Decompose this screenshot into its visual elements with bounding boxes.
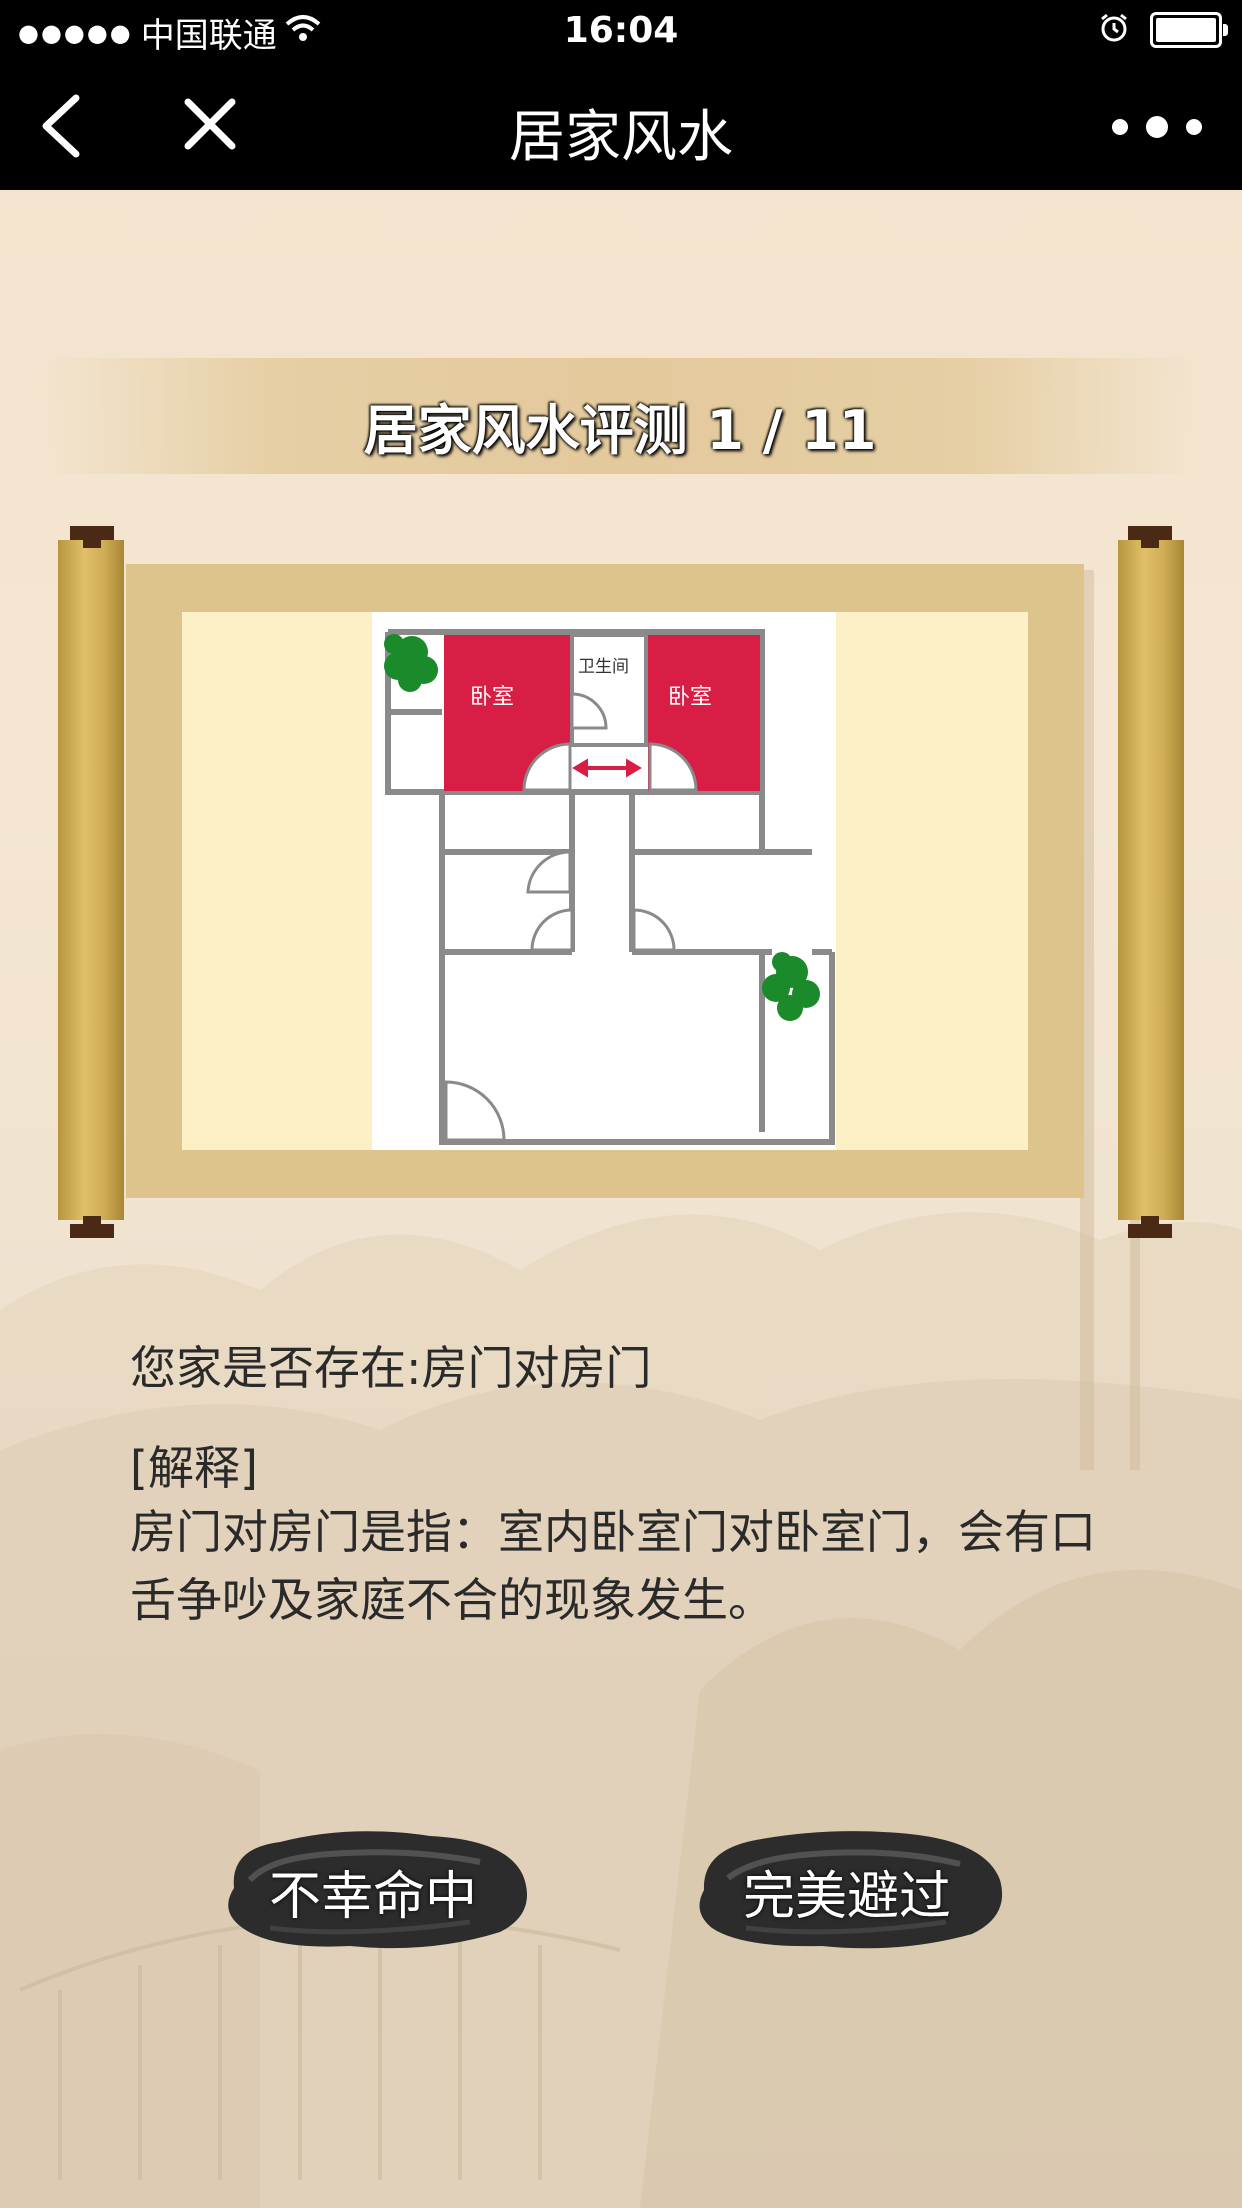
floorplan-image: 卧室 卫生间 卧室 [372,612,836,1150]
scroll-knob [83,1216,101,1228]
alarm-icon [1098,12,1130,48]
explanation-label: [解释] [130,1441,258,1495]
scroll-knob [83,536,101,548]
hit-button-label: 不幸命中 [268,1867,477,1927]
battery-icon [1150,12,1228,48]
status-bar: ●●●●● 中国联通 16:04 [0,0,1242,62]
plant-icon [762,952,820,1021]
room-label-bedroom-left: 卧室 [470,685,514,710]
room-label-bathroom: 卫生间 [578,657,629,677]
background-landscape [0,570,1242,2208]
status-time: 16:04 [563,10,679,51]
scroll-rod-right [1118,540,1184,1220]
status-right [1098,12,1228,48]
room-label-bedroom-right: 卧室 [668,685,712,710]
avoid-button-label: 完美避过 [742,1867,951,1927]
scroll-rod-left [58,540,124,1220]
scroll-knob [1141,1216,1159,1228]
avoid-button[interactable]: 完美避过 [684,1818,1010,1960]
explanation-text: 房门对房门是指：室内卧室门对卧室门，会有口舌争吵及家庭不合的现象发生。 [130,1505,1096,1627]
quiz-title-banner: 居家风水评测 1 / 11 [40,358,1200,474]
nav-title: 居家风水 [509,105,733,170]
plant-icon [384,634,438,692]
scroll-knob [1141,536,1159,548]
hit-button[interactable]: 不幸命中 [210,1818,536,1960]
question-text: 您家是否存在:房门对房门 [130,1341,652,1395]
quiz-title: 居家风水评测 1 / 11 [363,399,877,462]
nav-bar: 居家风水 [0,62,1242,190]
more-icon[interactable] [1102,102,1212,152]
